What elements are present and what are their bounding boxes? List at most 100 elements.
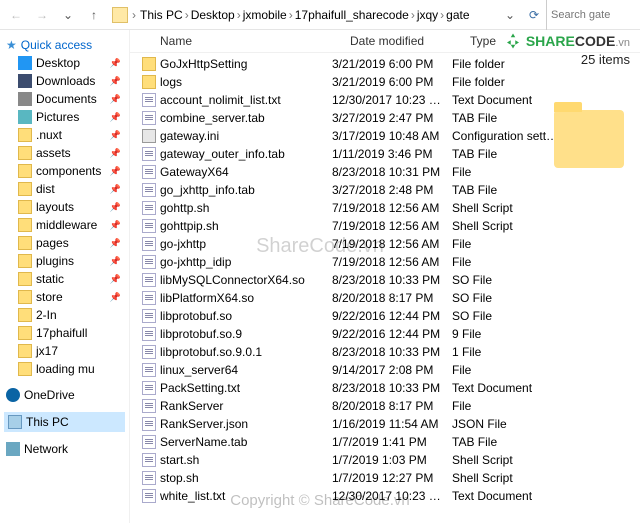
- sidebar-item[interactable]: loading mu: [4, 360, 125, 378]
- fileimg-icon: [142, 111, 156, 125]
- sidebar-item[interactable]: Desktop📌: [4, 54, 125, 72]
- file-row[interactable]: linux_server649/14/2017 2:08 PMFile: [130, 361, 640, 379]
- file-type: File folder: [452, 57, 562, 71]
- breadcrumb-segment[interactable]: Desktop: [191, 8, 235, 22]
- file-type: Shell Script: [452, 453, 562, 467]
- breadcrumb-segment[interactable]: jxmobile: [243, 8, 287, 22]
- file-type: File folder: [452, 75, 562, 89]
- sidebar-item[interactable]: middleware📌: [4, 216, 125, 234]
- sidebar-item[interactable]: jx17: [4, 342, 125, 360]
- file-row[interactable]: libprotobuf.so.9.0.18/23/2018 10:33 PM1 …: [130, 343, 640, 361]
- breadcrumb-segment[interactable]: gate: [446, 8, 469, 22]
- folder-icon: [18, 218, 32, 232]
- sidebar-item[interactable]: layouts📌: [4, 198, 125, 216]
- file-row[interactable]: libPlatformX64.so8/20/2018 8:17 PMSO Fil…: [130, 289, 640, 307]
- pin-icon: 📌: [110, 256, 121, 267]
- file-name: libprotobuf.so.9: [142, 327, 332, 341]
- col-date-header[interactable]: Date modified: [350, 34, 470, 48]
- nav-forward[interactable]: →: [30, 3, 54, 27]
- file-row[interactable]: white_list.txt12/30/2017 10:23 …Text Doc…: [130, 487, 640, 505]
- folder-icon: [18, 344, 32, 358]
- fileimg-icon: [142, 345, 156, 359]
- file-name: RankServer: [142, 399, 332, 413]
- file-row[interactable]: GoJxHttpSetting3/21/2019 6:00 PMFile fol…: [130, 55, 640, 73]
- file-type: JSON File: [452, 417, 562, 431]
- sidebar-item[interactable]: static📌: [4, 270, 125, 288]
- pin-icon: 📌: [110, 94, 121, 105]
- sidebar-item[interactable]: 2-In: [4, 306, 125, 324]
- folder-icon: [112, 7, 128, 23]
- file-row[interactable]: RankServer.json1/16/2019 11:54 AMJSON Fi…: [130, 415, 640, 433]
- sidebar-item-label: store: [36, 290, 63, 304]
- refresh-button[interactable]: ⟳: [524, 3, 544, 27]
- sidebar-onedrive[interactable]: OneDrive: [4, 386, 125, 404]
- file-type: TAB File: [452, 147, 562, 161]
- nav-history-dropdown[interactable]: ⌄: [56, 3, 80, 27]
- fileimg-icon: [142, 201, 156, 215]
- file-date: 12/30/2017 10:23 …: [332, 489, 452, 503]
- sidebar-item[interactable]: Pictures📌: [4, 108, 125, 126]
- file-row[interactable]: PackSetting.txt8/23/2018 10:33 PMText Do…: [130, 379, 640, 397]
- folder-icon: [18, 308, 32, 322]
- fileimg-icon: [142, 291, 156, 305]
- breadcrumb-segment[interactable]: jxqy: [417, 8, 438, 22]
- sidebar-item[interactable]: dist📌: [4, 180, 125, 198]
- col-name-header[interactable]: Name: [160, 34, 350, 48]
- file-type: SO File: [452, 273, 562, 287]
- file-row[interactable]: stop.sh1/7/2019 12:27 PMShell Script: [130, 469, 640, 487]
- sidebar-item[interactable]: plugins📌: [4, 252, 125, 270]
- fileimg-icon: [142, 363, 156, 377]
- sidebar-item[interactable]: Documents📌: [4, 90, 125, 108]
- file-type: File: [452, 237, 562, 251]
- sidebar-item-label: pages: [36, 236, 69, 250]
- breadcrumb-segment[interactable]: 17phaifull_sharecode: [295, 8, 409, 22]
- file-row[interactable]: start.sh1/7/2019 1:03 PMShell Script: [130, 451, 640, 469]
- sidebar-item[interactable]: assets📌: [4, 144, 125, 162]
- sidebar-item[interactable]: store📌: [4, 288, 125, 306]
- sidebar-item-label: jx17: [36, 344, 58, 358]
- file-type: File: [452, 165, 562, 179]
- fileimg-icon: [142, 435, 156, 449]
- gear-icon: [142, 129, 156, 143]
- col-type-header[interactable]: Type: [470, 34, 580, 48]
- file-type: File: [452, 363, 562, 377]
- sidebar-item[interactable]: components 📌: [4, 162, 125, 180]
- pin-icon: 📌: [110, 166, 121, 177]
- file-row[interactable]: gohttpip.sh7/19/2018 12:56 AMShell Scrip…: [130, 217, 640, 235]
- network-icon: [6, 442, 20, 456]
- file-row[interactable]: libMySQLConnectorX64.so8/23/2018 10:33 P…: [130, 271, 640, 289]
- sidebar-this-pc[interactable]: This PC: [4, 412, 125, 432]
- file-name: go-jxhttp: [142, 237, 332, 251]
- file-type: Configuration sett…: [452, 129, 562, 143]
- search-input[interactable]: Search gate: [546, 0, 636, 30]
- file-row[interactable]: go_jxhttp_info.tab3/27/2018 2:48 PMTAB F…: [130, 181, 640, 199]
- file-row[interactable]: go-jxhttp7/19/2018 12:56 AMFile: [130, 235, 640, 253]
- file-name: combine_server.tab: [142, 111, 332, 125]
- file-row[interactable]: RankServer8/20/2018 8:17 PMFile: [130, 397, 640, 415]
- sidebar-item-label: components: [36, 164, 101, 178]
- quick-access-header[interactable]: ★ Quick access: [4, 36, 125, 54]
- file-date: 3/17/2019 10:48 AM: [332, 129, 452, 143]
- folder-icon: [18, 164, 32, 178]
- file-type: Text Document: [452, 489, 562, 503]
- sidebar-item[interactable]: 17phaifull: [4, 324, 125, 342]
- file-name: RankServer.json: [142, 417, 332, 431]
- file-row[interactable]: logs3/21/2019 6:00 PMFile folder: [130, 73, 640, 91]
- sidebar-item[interactable]: Downloads📌: [4, 72, 125, 90]
- sidebar-network[interactable]: Network: [4, 440, 125, 458]
- sidebar-item[interactable]: .nuxt📌: [4, 126, 125, 144]
- file-row[interactable]: ServerName.tab1/7/2019 1:41 PMTAB File: [130, 433, 640, 451]
- nav-back[interactable]: ←: [4, 3, 28, 27]
- file-name: PackSetting.txt: [142, 381, 332, 395]
- file-row[interactable]: gohttp.sh7/19/2018 12:56 AMShell Script: [130, 199, 640, 217]
- file-row[interactable]: libprotobuf.so9/22/2016 12:44 PMSO File: [130, 307, 640, 325]
- star-icon: ★: [6, 38, 17, 52]
- sidebar-item[interactable]: pages📌: [4, 234, 125, 252]
- file-row[interactable]: libprotobuf.so.99/22/2016 12:44 PM9 File: [130, 325, 640, 343]
- nav-up[interactable]: ↑: [82, 3, 106, 27]
- file-row[interactable]: go-jxhttp_idip7/19/2018 12:56 AMFile: [130, 253, 640, 271]
- breadcrumb[interactable]: › This PC›Desktop›jxmobile›17phaifull_sh…: [108, 7, 496, 23]
- breadcrumb-segment[interactable]: This PC: [140, 8, 183, 22]
- breadcrumb-dropdown[interactable]: ⌄: [498, 3, 522, 27]
- folder-icon: [18, 146, 32, 160]
